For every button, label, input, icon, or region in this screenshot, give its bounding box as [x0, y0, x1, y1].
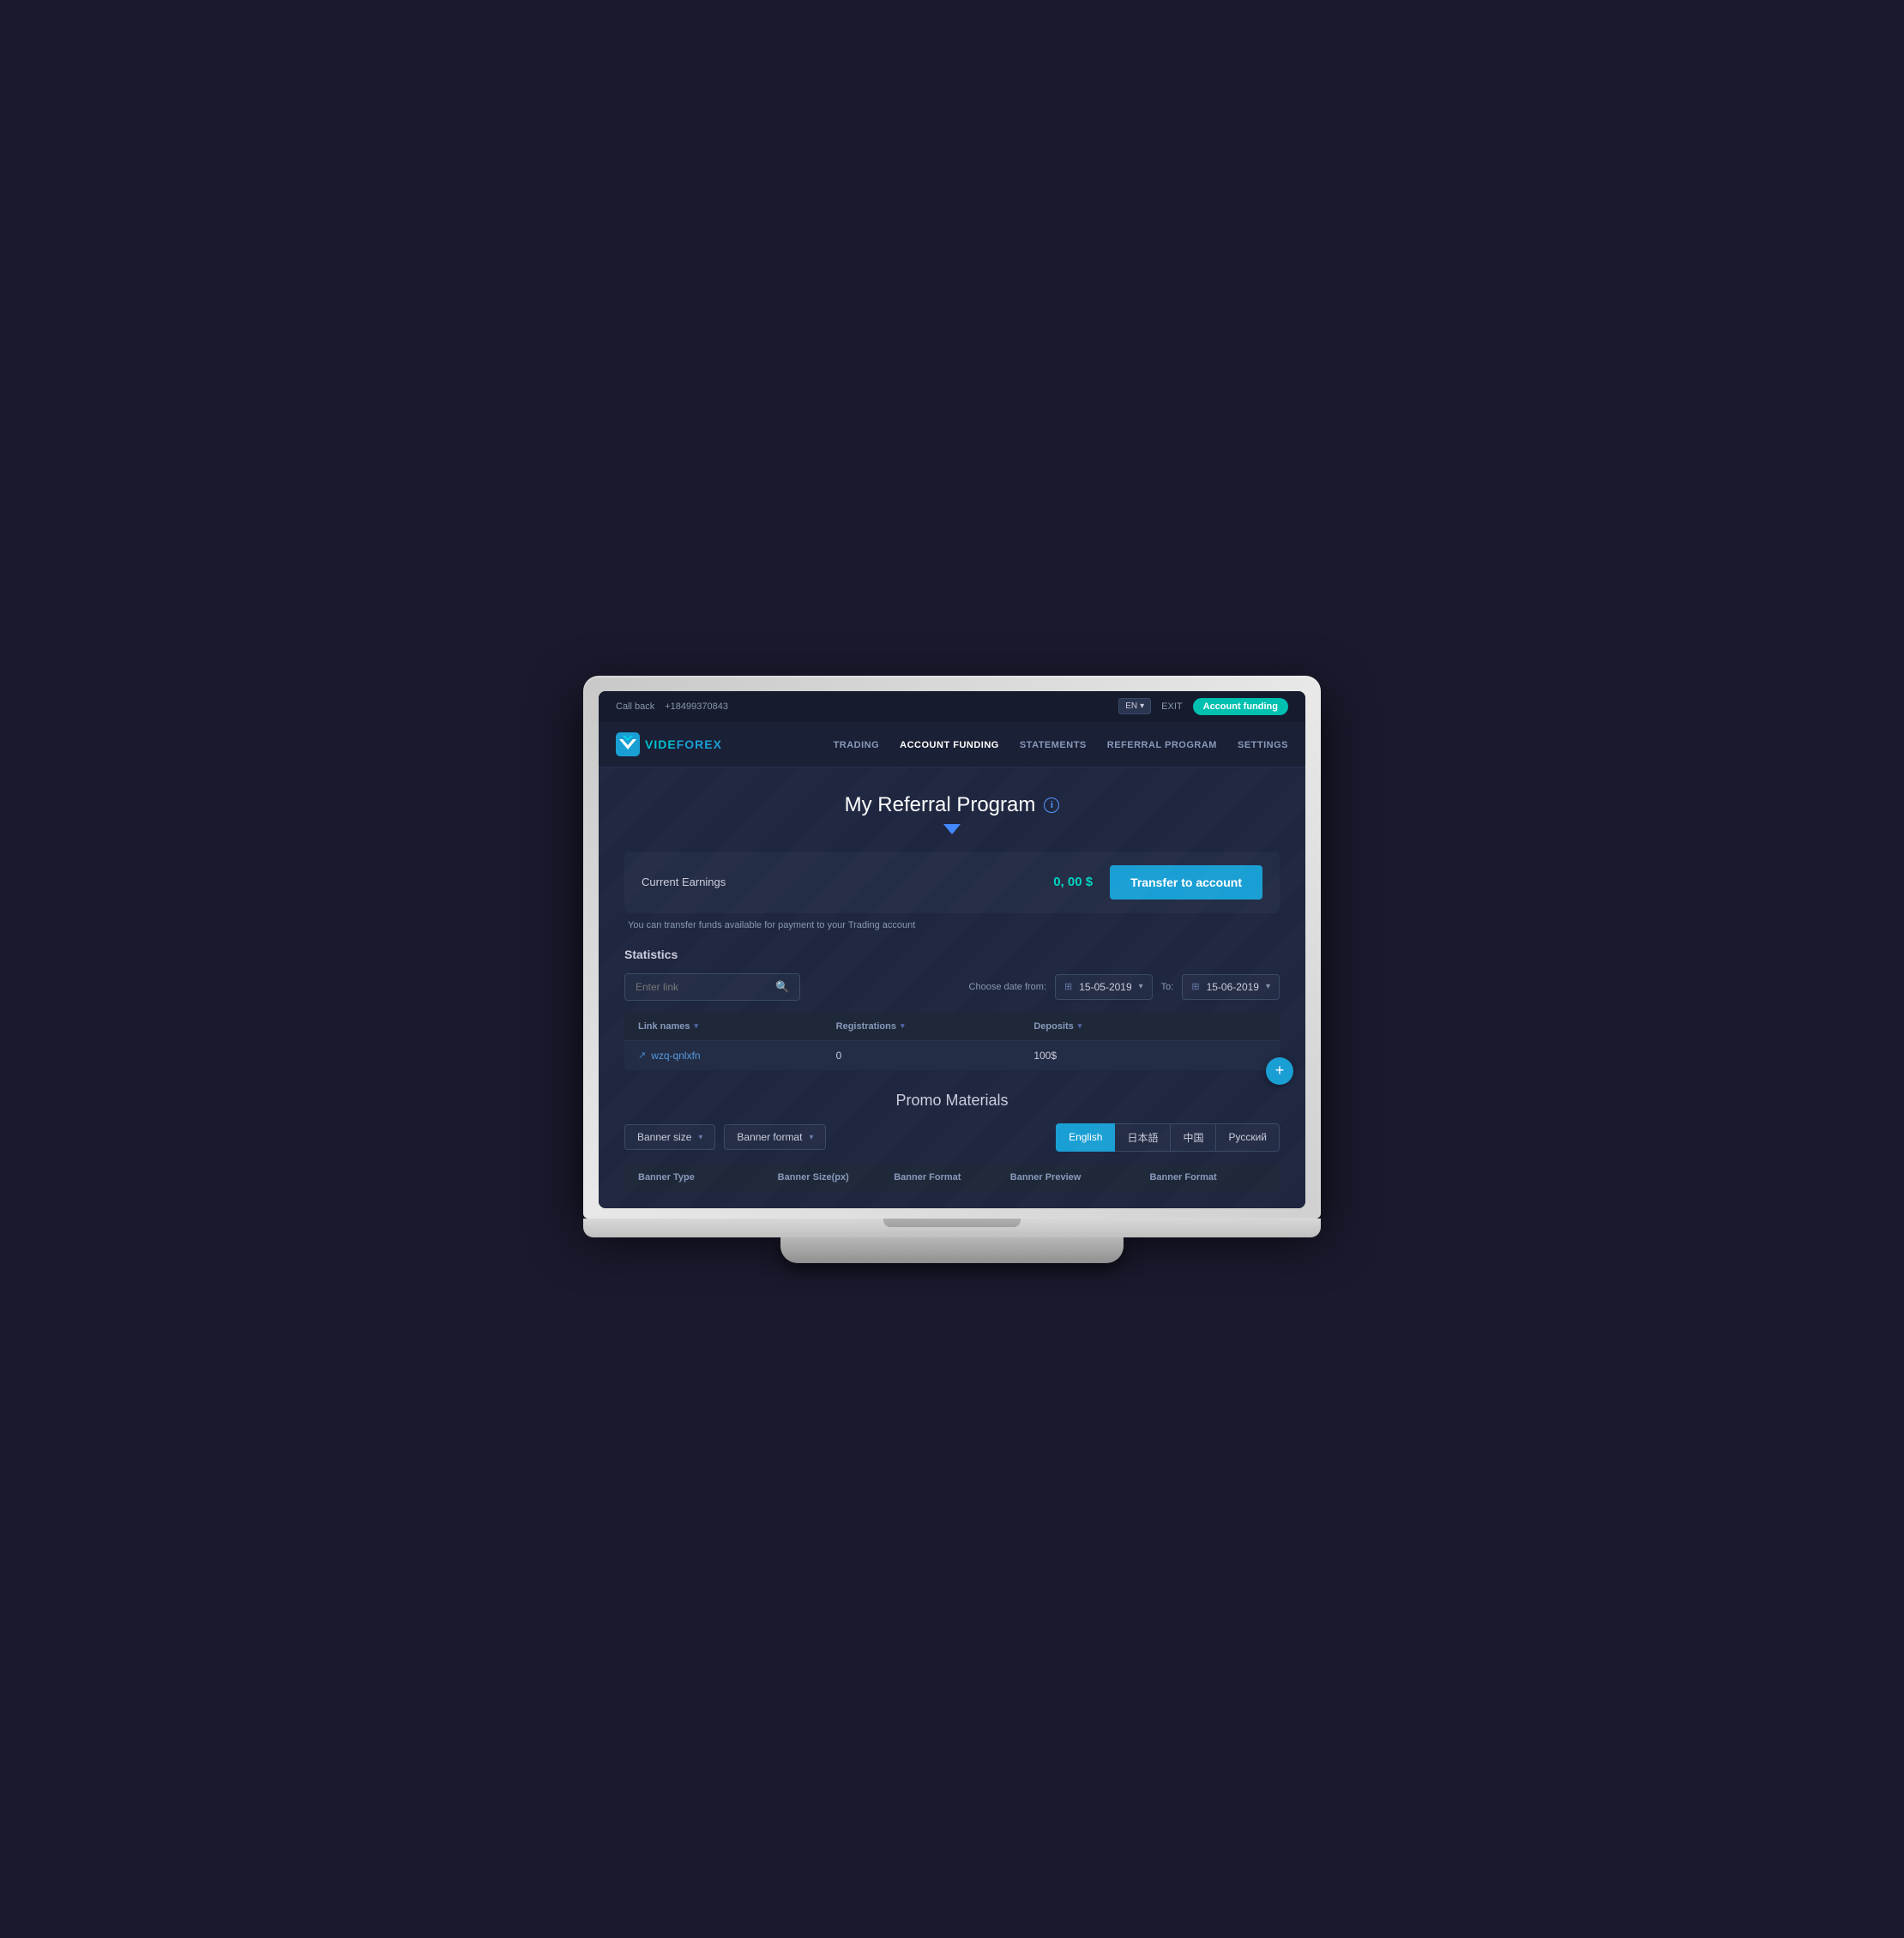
lang-btn-russian[interactable]: Русский	[1216, 1123, 1280, 1152]
date-filters: Choose date from: ⊞ 15-05-2019 ▾ To: ⊞ 1…	[969, 974, 1280, 1000]
search-box[interactable]: 🔍	[624, 973, 800, 1001]
page-title: My Referral Program i	[624, 793, 1280, 817]
transfer-to-account-button[interactable]: Transfer to account	[1110, 865, 1262, 900]
date-from-chevron: ▾	[1139, 982, 1143, 991]
banner-col-format2: Banner Format	[1149, 1172, 1266, 1183]
sort-icon-link: ▾	[695, 1021, 699, 1031]
sort-icon-reg: ▾	[901, 1021, 905, 1031]
nav-settings[interactable]: SETTINGS	[1238, 737, 1288, 752]
table-header: Link names ▾ Registrations ▾ Deposits ▾	[624, 1013, 1280, 1041]
info-icon[interactable]: i	[1044, 797, 1059, 813]
earnings-value: 0, 00 $	[726, 875, 1093, 889]
add-row-button[interactable]: +	[1266, 1057, 1293, 1085]
promo-materials-section: Promo Materials Banner size ▾ Banner for…	[624, 1092, 1280, 1191]
banner-col-format: Banner Format	[894, 1172, 1010, 1183]
logo-icon	[616, 732, 640, 756]
main-content: My Referral Program i Current Earnings 0…	[599, 767, 1305, 1208]
search-input[interactable]	[636, 981, 768, 993]
nav-referral[interactable]: REFERRAL PROGRAM	[1107, 737, 1217, 752]
calendar-icon: ⊞	[1064, 981, 1072, 992]
exit-button[interactable]: EXIT	[1161, 701, 1182, 712]
transfer-note: You can transfer funds available for pay…	[624, 920, 1280, 930]
logo[interactable]: VIDEFOREX	[616, 732, 722, 756]
earnings-label: Current Earnings	[642, 876, 726, 888]
lang-btn-english[interactable]: English	[1056, 1123, 1115, 1152]
stats-table: Link names ▾ Registrations ▾ Deposits ▾	[624, 1013, 1280, 1071]
nav-statements[interactable]: STATEMENTS	[1020, 737, 1087, 752]
lang-btn-chinese[interactable]: 中国	[1171, 1123, 1216, 1152]
col-header-deposits[interactable]: Deposits ▾	[1033, 1021, 1232, 1032]
search-icon: 🔍	[775, 980, 789, 994]
nav-trading[interactable]: TRADING	[834, 737, 880, 752]
nav-account-funding[interactable]: ACCOUNT FUNDING	[900, 737, 999, 752]
col-header-link-names[interactable]: Link names ▾	[638, 1021, 836, 1032]
lang-value: EN	[1125, 701, 1137, 711]
promo-title: Promo Materials	[624, 1092, 1280, 1110]
promo-controls: Banner size ▾ Banner format ▾ English 日本…	[624, 1123, 1280, 1152]
banner-size-dropdown[interactable]: Banner size ▾	[624, 1124, 715, 1150]
banner-col-type: Banner Type	[638, 1172, 778, 1183]
banner-format-dropdown[interactable]: Banner format ▾	[724, 1124, 826, 1150]
external-link-icon: ↗	[638, 1050, 646, 1061]
earnings-card: Current Earnings 0, 00 $ Transfer to acc…	[624, 852, 1280, 913]
date-to-value: 15-06-2019	[1207, 981, 1259, 993]
language-selector[interactable]: EN ▾	[1118, 698, 1151, 714]
banner-col-size: Banner Size(px)	[778, 1172, 895, 1183]
callback-label: Call back	[616, 701, 654, 712]
cell-link-name: ↗ wzq-qnlxfn	[638, 1050, 836, 1062]
lang-btn-japanese[interactable]: 日本語	[1115, 1123, 1171, 1152]
sort-icon-dep: ▾	[1078, 1021, 1082, 1031]
date-from-picker[interactable]: ⊞ 15-05-2019 ▾	[1055, 974, 1153, 1000]
phone-number: +18499370843	[665, 701, 728, 712]
statistics-section: Statistics 🔍 Choose date from: ⊞ 15-05-2…	[624, 948, 1280, 1071]
date-to-label: To:	[1161, 982, 1174, 992]
banner-size-caret: ▾	[698, 1133, 702, 1142]
laptop-base	[583, 1219, 1321, 1237]
stats-table-wrapper: Link names ▾ Registrations ▾ Deposits ▾	[624, 1013, 1280, 1071]
banner-col-preview: Banner Preview	[1010, 1172, 1150, 1183]
banner-table-header: Banner Type Banner Size(px) Banner Forma…	[624, 1164, 1280, 1191]
date-to-chevron: ▾	[1266, 982, 1270, 991]
chevron-down-icon	[943, 824, 961, 834]
language-buttons: English 日本語 中国 Русский	[1056, 1123, 1280, 1152]
banner-size-label: Banner size	[637, 1131, 691, 1143]
lang-dropdown-icon: ▾	[1140, 701, 1144, 711]
nav-links: TRADING ACCOUNT FUNDING STATEMENTS REFER…	[834, 737, 1288, 752]
cell-registrations: 0	[836, 1050, 1034, 1062]
col-header-registrations[interactable]: Registrations ▾	[836, 1021, 1034, 1032]
table-row: ↗ wzq-qnlxfn 0 100$	[624, 1041, 1280, 1071]
cell-deposits: 100$	[1033, 1050, 1232, 1062]
page-title-section: My Referral Program i	[624, 793, 1280, 834]
navbar: VIDEFOREX TRADING ACCOUNT FUNDING STATEM…	[599, 722, 1305, 767]
banner-format-label: Banner format	[737, 1131, 802, 1143]
laptop-stand	[780, 1237, 1124, 1263]
date-from-value: 15-05-2019	[1079, 981, 1131, 993]
col-header-actions	[1232, 1021, 1266, 1032]
calendar-icon-2: ⊞	[1191, 981, 1199, 992]
account-funding-button[interactable]: Account funding	[1193, 698, 1288, 715]
logo-text: VIDEFOREX	[645, 737, 722, 751]
banner-format-caret: ▾	[809, 1133, 813, 1142]
date-to-picker[interactable]: ⊞ 15-06-2019 ▾	[1182, 974, 1280, 1000]
statistics-title: Statistics	[624, 948, 1280, 961]
top-bar: Call back +18499370843 EN ▾ EXIT Account…	[599, 691, 1305, 722]
date-from-label: Choose date from:	[969, 982, 1047, 992]
stats-filters: 🔍 Choose date from: ⊞ 15-05-2019 ▾ To:	[624, 973, 1280, 1001]
